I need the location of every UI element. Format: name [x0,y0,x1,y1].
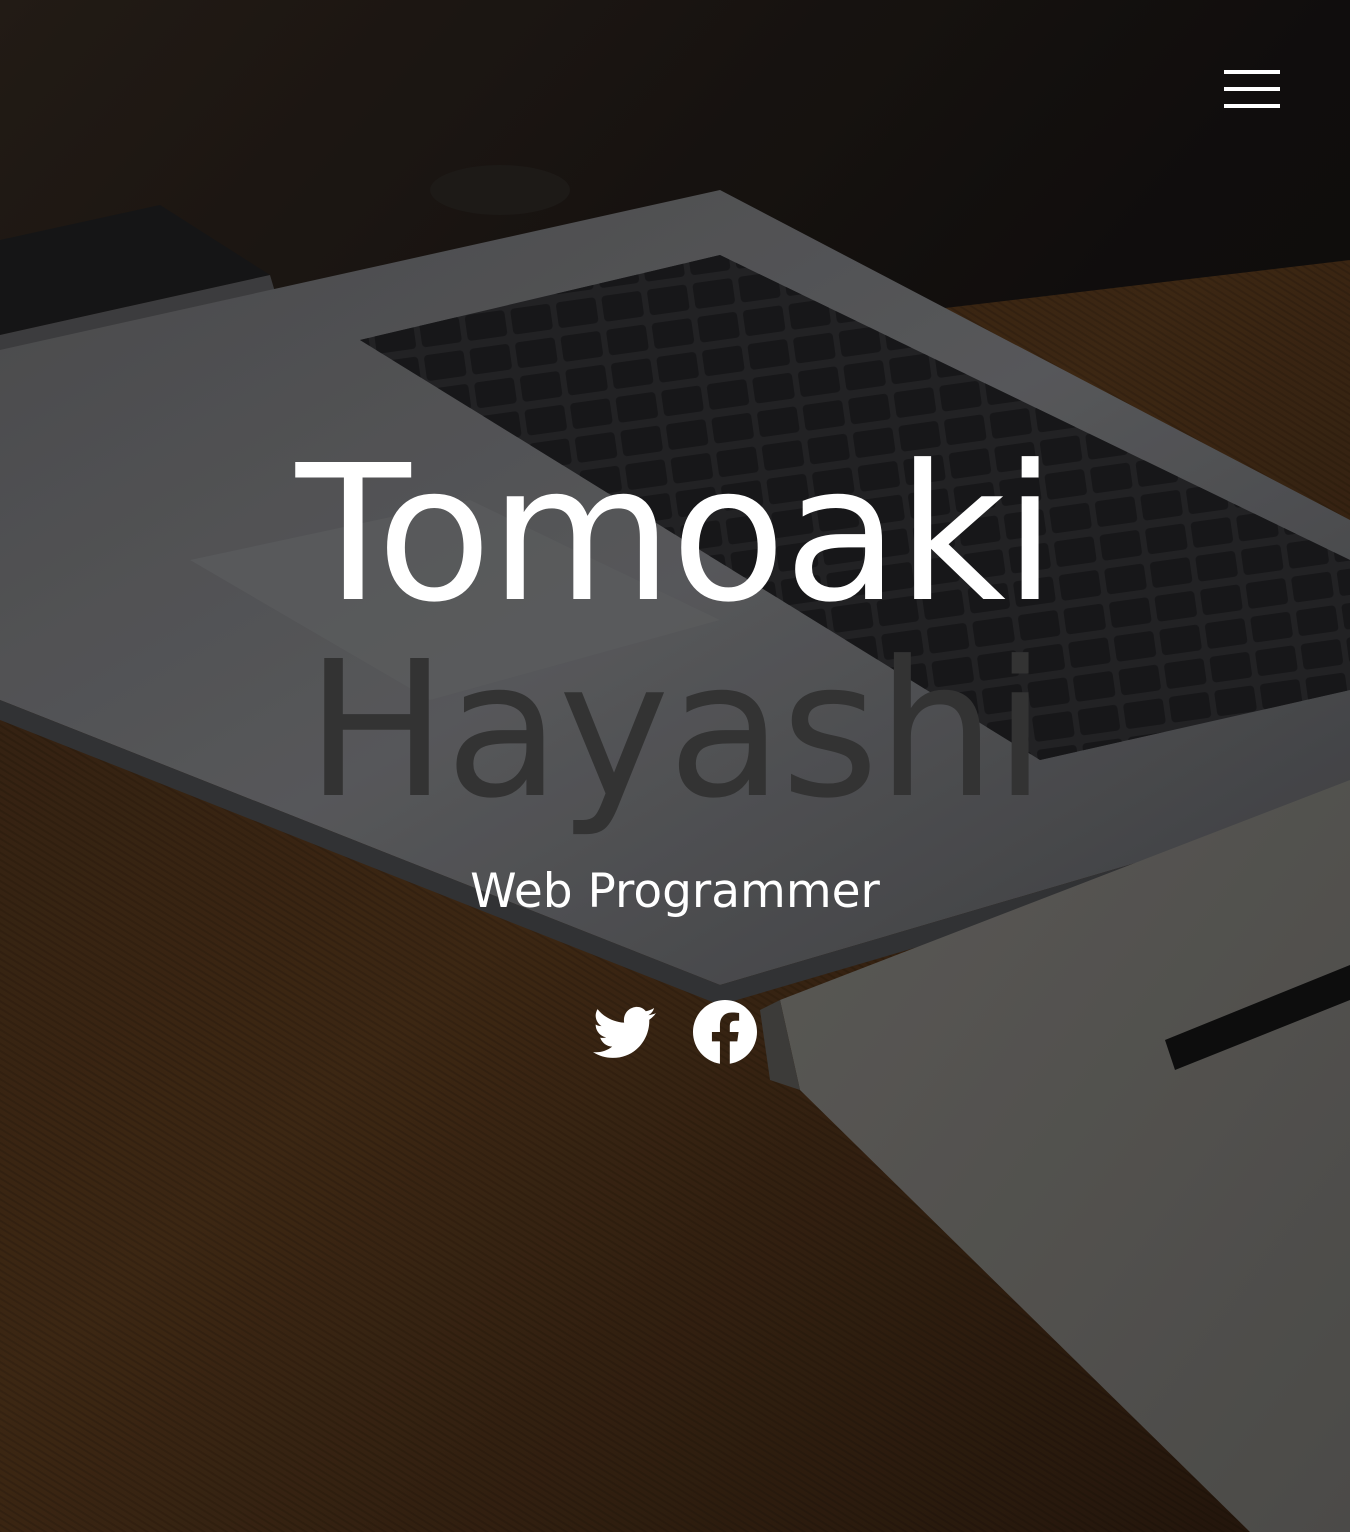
role-subtitle: Web Programmer [470,864,880,919]
menu-button[interactable] [1224,68,1280,110]
first-name-heading: Tomoaki [295,425,1056,644]
facebook-link[interactable] [693,1000,757,1064]
hamburger-menu-icon-bar [1224,87,1280,91]
hamburger-menu-icon-bar [1224,104,1280,108]
twitter-icon [593,1006,656,1058]
hamburger-menu-icon-bar [1224,70,1280,74]
hero-section: Tomoaki Hayashi Web Programmer [0,0,1350,1532]
facebook-icon [693,1000,757,1064]
twitter-link[interactable] [593,1000,657,1064]
social-links [0,1000,1350,1064]
last-name-heading: Hayashi [305,621,1046,840]
